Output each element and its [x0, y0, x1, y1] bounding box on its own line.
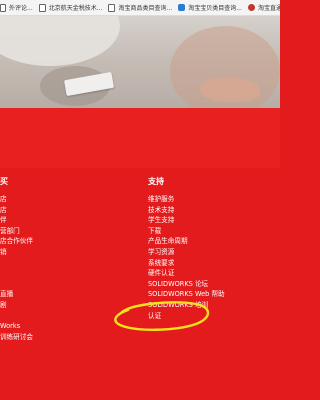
bookmark-label: 淘宝直通车: [257, 5, 280, 12]
page-icon: [108, 3, 116, 12]
bookmark-4[interactable]: 淘宝直通车: [247, 3, 280, 12]
bookmark-label: 淘宝宝贝类目查询...: [188, 5, 242, 12]
footer-link-learning[interactable]: 学习资源: [148, 247, 225, 258]
footer-link-download[interactable]: 下载: [148, 226, 225, 237]
bookmarks-bar: 外评论... 北京航天金税技术... 淘宝商品类目查询... 淘宝宝贝类目查询.…: [0, 0, 280, 16]
hero-photo: [0, 16, 280, 108]
footer-link[interactable]: 训练研讨会: [0, 332, 33, 343]
bookmark-label: 外评论...: [9, 5, 33, 12]
page-icon: [38, 3, 46, 12]
footer-link[interactable]: 直播: [0, 289, 33, 300]
footer-link[interactable]: 伴: [0, 215, 33, 226]
taobao-icon: [178, 4, 186, 11]
footer-band: [0, 108, 280, 400]
page-icon: [0, 3, 6, 12]
footer-link-system-requirements[interactable]: 系统要求: [148, 258, 225, 269]
bookmark-label: 淘宝商品类目查询...: [118, 5, 173, 12]
footer-spacer: [0, 258, 33, 269]
footer-link[interactable]: 销: [0, 247, 33, 258]
footer-link[interactable]: 店: [0, 194, 33, 205]
footer-link-certification[interactable]: 认证: [148, 311, 225, 322]
footer-link[interactable]: 店: [0, 205, 33, 216]
footer-link-training[interactable]: SOLIDWORKS 培训: [148, 300, 225, 311]
bookmark-2[interactable]: 淘宝商品类目查询...: [108, 3, 172, 12]
footer-list-buy: 店 店 伴 营部门 店合作伙伴 销 直播 剧 Works 训练研讨会: [0, 194, 33, 342]
footer-link-maintenance[interactable]: 维护服务: [148, 194, 225, 205]
footer-column-title-support: 支持: [148, 177, 164, 186]
footer-link[interactable]: 店合作伙伴: [0, 236, 33, 247]
footer-link[interactable]: 营部门: [0, 226, 33, 237]
bookmark-label: 北京航天金税技术...: [48, 5, 103, 12]
footer-list-support: 维护服务 技术支持 学生支持 下载 产品生命周期 学习资源 系统要求 硬件认证 …: [148, 194, 225, 321]
footer-column-title-buy: 买: [0, 177, 8, 186]
bookmark-3[interactable]: 淘宝宝贝类目查询...: [178, 3, 242, 12]
footer-top-strip: [0, 108, 280, 168]
photo-hand: [200, 78, 260, 102]
footer-spacer: [0, 279, 33, 290]
footer-link[interactable]: 剧: [0, 300, 33, 311]
bookmark-1[interactable]: 北京航天金税技术...: [38, 3, 103, 12]
footer-link-tech-support[interactable]: 技术支持: [148, 205, 225, 216]
footer-link-web-help[interactable]: SOLIDWORKS Web 帮助: [148, 289, 225, 300]
footer-link-forum[interactable]: SOLIDWORKS 论坛: [148, 279, 225, 290]
bookmark-0[interactable]: 外评论...: [0, 3, 33, 12]
footer-link-hardware-cert[interactable]: 硬件认证: [148, 268, 225, 279]
red-logo-icon: [247, 4, 255, 11]
footer-spacer: [0, 311, 33, 322]
footer-link-student-support[interactable]: 学生支持: [148, 215, 225, 226]
footer-spacer: [0, 268, 33, 279]
footer-link[interactable]: Works: [0, 321, 33, 332]
footer-link-product-lifecycle[interactable]: 产品生命周期: [148, 236, 225, 247]
photo-highlight: [0, 16, 120, 66]
